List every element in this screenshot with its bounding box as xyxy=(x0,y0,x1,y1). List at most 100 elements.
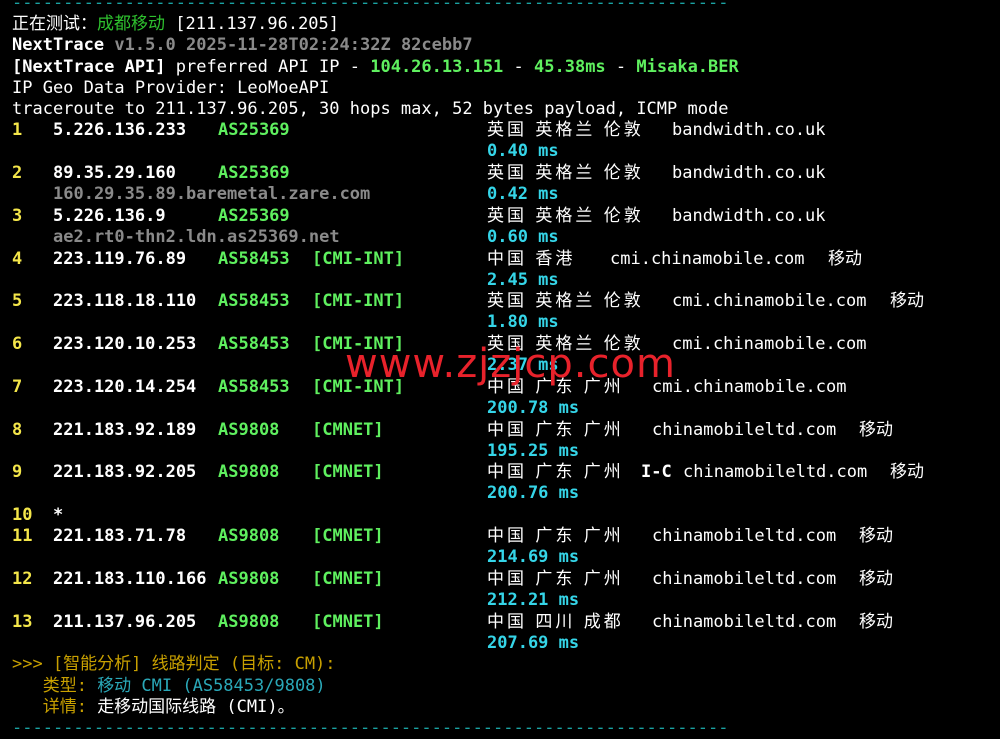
hop-number: 10 xyxy=(12,505,33,525)
analysis-detail-line: 详情: 走移动国际线路 (CMI)。 xyxy=(12,697,295,718)
hop-asn: AS58453 xyxy=(218,377,290,397)
hop-tag: [CMNET] xyxy=(312,526,384,546)
hop-isp: 移动 xyxy=(859,420,893,440)
hop-domain: chinamobileltd.com xyxy=(652,569,837,589)
hop-domain: cmi.chinamobile.com xyxy=(652,377,847,397)
hop-tag: [CMI-INT] xyxy=(312,291,405,311)
hop-rtt: 212.21 ms xyxy=(487,590,580,610)
hop-asn: AS9808 xyxy=(218,462,280,482)
hop-rtt: 195.25 ms xyxy=(487,441,580,461)
analysis-type-line: 类型: 移动 CMI (AS58453/9808) xyxy=(12,676,326,697)
hop-isp: 移动 xyxy=(859,526,893,546)
hop-geo: 中国 广东 广州 xyxy=(487,420,624,440)
hop-rtt: 2.45 ms xyxy=(487,270,559,290)
hop-asn: AS9808 xyxy=(218,569,280,589)
hop-asn: AS58453 xyxy=(218,334,290,354)
hop-asn: AS58453 xyxy=(218,291,290,311)
hop-ip: * xyxy=(53,505,64,525)
hop-rtt: 214.69 ms xyxy=(487,547,580,567)
hop-domain: cmi.chinamobile.com xyxy=(672,291,867,311)
analysis-header: >>> [智能分析] 线路判定 (目标: CM): xyxy=(12,654,336,674)
hop-ip: 211.137.96.205 xyxy=(53,612,197,632)
api-ip: 104.26.13.151 xyxy=(370,57,504,77)
hop-number: 6 xyxy=(12,334,23,354)
geo-provider-line: IP Geo Data Provider: LeoMoeAPI xyxy=(12,78,330,98)
hop-asn: AS9808 xyxy=(218,612,280,632)
terminal-window: ----------------------------------------… xyxy=(0,0,1000,738)
hop-ip: 223.118.18.110 xyxy=(53,291,197,311)
separator-bottom: ----------------------------------------… xyxy=(12,718,729,738)
traceroute-line: traceroute to 211.137.96.205, 30 hops ma… xyxy=(12,99,729,119)
hop-ip: 221.183.92.205 xyxy=(53,462,197,482)
api-line: [NextTrace API] preferred API IP - 104.2… xyxy=(12,57,739,77)
hop-domain: bandwidth.co.uk xyxy=(672,206,826,226)
hop-ip: 221.183.92.189 xyxy=(53,420,197,440)
hop-ip: 89.35.29.160 xyxy=(53,163,176,183)
hop-geo-extra: I-C xyxy=(641,462,672,482)
hop-geo: 英国 英格兰 伦敦 xyxy=(487,120,644,140)
hop-geo: 中国 广东 广州 xyxy=(487,462,624,482)
analysis-detail-value: 走移动国际线路 (CMI)。 xyxy=(97,697,295,717)
hop-geo: 英国 英格兰 伦敦 xyxy=(487,163,644,183)
hop-number: 8 xyxy=(12,420,23,440)
testing-line: 正在测试：成都移动 [211.137.96.205] xyxy=(12,14,339,35)
hop-geo: 中国 广东 广州 xyxy=(487,526,624,546)
testing-target-name: 成都移动 xyxy=(97,14,165,34)
hop-tag: [CMNET] xyxy=(312,420,384,440)
api-prefix: [NextTrace API] xyxy=(12,57,166,77)
hop-ip: 223.120.14.254 xyxy=(53,377,197,397)
hop-domain: cmi.chinamobile.com xyxy=(672,334,867,354)
hop-isp: 移动 xyxy=(890,291,924,311)
hop-number: 2 xyxy=(12,163,23,183)
hop-rdns: 160.29.35.89.baremetal.zare.com xyxy=(53,184,371,204)
hop-asn: AS58453 xyxy=(218,249,290,269)
hop-isp: 移动 xyxy=(859,569,893,589)
hop-number: 12 xyxy=(12,569,33,589)
hop-domain: chinamobileltd.com xyxy=(652,420,837,440)
hop-number: 4 xyxy=(12,249,23,269)
hop-rtt: 200.76 ms xyxy=(487,483,580,503)
hop-ip: 223.119.76.89 xyxy=(53,249,187,269)
hop-number: 11 xyxy=(12,526,33,546)
hop-rdns: ae2.rt0-thn2.ldn.as25369.net xyxy=(53,227,340,247)
hop-asn: AS9808 xyxy=(218,420,280,440)
hop-number: 9 xyxy=(12,462,23,482)
hop-domain: bandwidth.co.uk xyxy=(672,120,826,140)
hop-geo: 中国 香港 xyxy=(487,249,576,269)
hop-asn: AS25369 xyxy=(218,163,290,183)
hop-ip: 5.226.136.233 xyxy=(53,120,187,140)
api-node: Misaka.BER xyxy=(636,57,739,77)
hop-rtt: 207.69 ms xyxy=(487,633,580,653)
hop-ip: 223.120.10.253 xyxy=(53,334,197,354)
hop-domain: bandwidth.co.uk xyxy=(672,163,826,183)
hop-ip: 221.183.71.78 xyxy=(53,526,187,546)
hop-ip: 221.183.110.166 xyxy=(53,569,207,589)
separator-top: ----------------------------------------… xyxy=(12,0,729,13)
analysis-type-label: 类型: xyxy=(12,676,98,696)
hop-number: 7 xyxy=(12,377,23,397)
hop-asn: AS9808 xyxy=(218,526,280,546)
testing-target-ip: [211.137.96.205] xyxy=(175,14,340,34)
hop-domain: cmi.chinamobile.com xyxy=(610,249,805,269)
hop-rtt: 200.78 ms xyxy=(487,398,580,418)
version-info: v1.5.0 2025-11-28T02:24:32Z 82cebb7 xyxy=(114,35,473,55)
hop-number: 1 xyxy=(12,120,23,140)
hop-domain: chinamobileltd.com xyxy=(652,612,837,632)
hop-tag: [CMNET] xyxy=(312,612,384,632)
hop-geo: 中国 四川 成都 xyxy=(487,612,624,632)
hop-number: 3 xyxy=(12,206,23,226)
hop-asn: AS25369 xyxy=(218,120,290,140)
hop-ip: 5.226.136.9 xyxy=(53,206,166,226)
hop-domain: chinamobileltd.com xyxy=(652,526,837,546)
hop-geo: 中国 广东 广州 xyxy=(487,569,624,589)
hop-tag: [CMNET] xyxy=(312,462,384,482)
app-name: NextTrace xyxy=(12,35,105,55)
version-line: NextTrace v1.5.0 2025-11-28T02:24:32Z 82… xyxy=(12,35,473,56)
testing-label: 正在测试： xyxy=(12,14,97,34)
hop-domain: chinamobileltd.com xyxy=(683,462,868,482)
hop-rtt: 0.60 ms xyxy=(487,227,559,247)
hop-isp: 移动 xyxy=(890,462,924,482)
hop-asn: AS25369 xyxy=(218,206,290,226)
watermark: www.zjzjcp.com xyxy=(345,341,676,387)
hop-tag: [CMI-INT] xyxy=(312,249,405,269)
